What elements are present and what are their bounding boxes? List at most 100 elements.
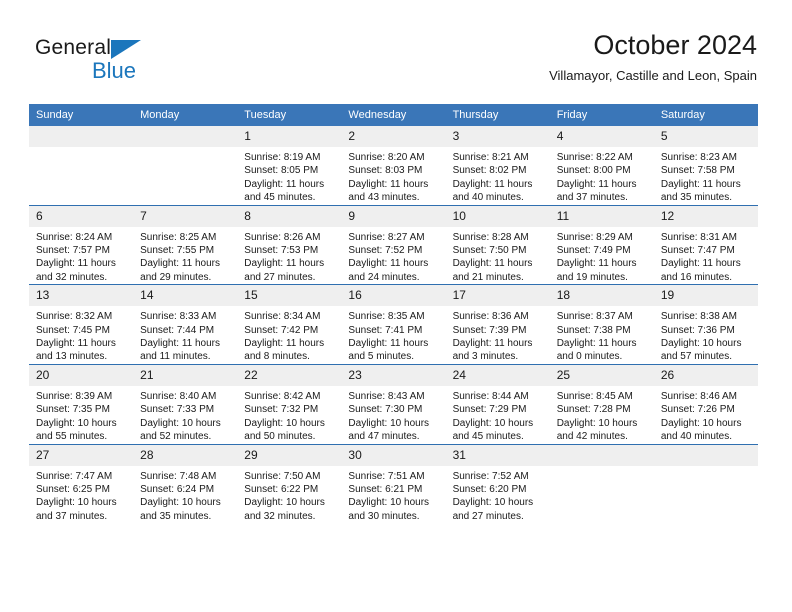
weekday-header-saturday: Saturday	[653, 104, 758, 126]
calendar-day-cell[interactable]: 22 Sunrise: 8:42 AM Sunset: 7:32 PM Dayligh…	[237, 363, 342, 444]
day-number: 24	[445, 364, 550, 386]
calendar-day-cell[interactable]: 5 Sunrise: 8:23 AM Sunset: 7:58 PM Daylight…	[653, 126, 758, 205]
calendar-day-cell[interactable]: 15 Sunrise: 8:34 AM Sunset: 7:42 PM Dayligh…	[237, 284, 342, 365]
daylight-duration-line1: Daylight: 11 hours	[556, 338, 637, 350]
day-number: 16	[341, 285, 446, 307]
calendar-day-cell[interactable]: 16 Sunrise: 8:35 AM Sunset: 7:41 PM Dayligh…	[341, 284, 446, 365]
day-number: 2	[341, 126, 446, 147]
calendar-day-cell[interactable]: 28 Sunrise: 7:48 AM Sunset: 6:24 PM Dayligh…	[133, 443, 238, 524]
sunrise-time: Sunrise: 8:22 AM	[556, 152, 633, 163]
calendar-day-cell[interactable]: 24 Sunrise: 8:44 AM Sunset: 7:29 PM Dayligh…	[445, 363, 550, 444]
day-sun-info: Sunrise: 8:20 AM Sunset: 8:03 PM Daylight:…	[341, 147, 445, 205]
sunrise-time: Sunrise: 8:43 AM	[348, 390, 425, 402]
calendar-day-cell[interactable]: 23 Sunrise: 8:43 AM Sunset: 7:30 PM Dayligh…	[341, 363, 446, 444]
sunset-time: Sunset: 6:20 PM	[452, 483, 527, 495]
sunset-time: Sunset: 7:41 PM	[348, 324, 423, 336]
calendar-page: General Blue October 2024 Villamayor, Ca…	[0, 0, 792, 612]
daylight-duration-line1: Daylight: 11 hours	[244, 338, 325, 350]
daylight-duration-line1: Daylight: 10 hours	[244, 417, 325, 429]
sunset-time: Sunset: 7:44 PM	[140, 324, 215, 336]
sunset-time: Sunset: 8:05 PM	[244, 165, 319, 177]
day-number: 14	[133, 285, 238, 307]
day-number	[549, 444, 654, 466]
daylight-duration-line2: and 13 minutes.	[36, 351, 108, 363]
weekday-header-sunday: Sunday	[29, 104, 134, 126]
day-number: 9	[341, 205, 446, 227]
daylight-duration-line2: and 27 minutes.	[452, 510, 524, 522]
sunset-time: Sunset: 7:26 PM	[660, 404, 735, 416]
daylight-duration-line1: Daylight: 11 hours	[556, 258, 637, 270]
sunset-time: Sunset: 7:28 PM	[556, 404, 631, 416]
day-sun-info: Sunrise: 7:51 AM Sunset: 6:21 PM Daylight:…	[341, 466, 445, 524]
day-sun-info: Sunrise: 8:35 AM Sunset: 7:41 PM Daylight:…	[341, 306, 445, 364]
day-number	[29, 126, 134, 147]
calendar-day-cell[interactable]: 21 Sunrise: 8:40 AM Sunset: 7:33 PM Dayligh…	[133, 363, 238, 444]
day-number: 23	[341, 364, 446, 386]
page-subtitle: Villamayor, Castille and Leon, Spain	[549, 68, 757, 83]
daylight-duration-line2: and 3 minutes.	[452, 351, 519, 363]
calendar-day-cell[interactable]: 13 Sunrise: 8:32 AM Sunset: 7:45 PM Dayligh…	[29, 284, 134, 365]
sunrise-time: Sunrise: 8:35 AM	[348, 311, 425, 323]
calendar-day-cell[interactable]: 6 Sunrise: 8:24 AM Sunset: 7:57 PM Daylight…	[29, 204, 134, 285]
sunset-time: Sunset: 7:39 PM	[452, 324, 527, 336]
sunset-time: Sunset: 6:22 PM	[244, 483, 319, 495]
day-sun-info: Sunrise: 8:21 AM Sunset: 8:02 PM Daylight:…	[446, 147, 550, 205]
day-sun-info: Sunrise: 8:39 AM Sunset: 7:35 PM Daylight:…	[29, 386, 133, 444]
sunset-time: Sunset: 6:21 PM	[348, 483, 423, 495]
calendar-day-cell[interactable]: 27 Sunrise: 7:47 AM Sunset: 6:25 PM Dayligh…	[29, 443, 134, 524]
sunset-time: Sunset: 7:49 PM	[556, 245, 631, 257]
calendar-day-cell-empty	[133, 126, 238, 205]
calendar-day-cell[interactable]: 4 Sunrise: 8:22 AM Sunset: 8:00 PM Daylight…	[549, 126, 654, 205]
weekday-header-thursday: Thursday	[445, 104, 550, 126]
calendar-day-cell[interactable]: 14 Sunrise: 8:33 AM Sunset: 7:44 PM Dayligh…	[133, 284, 238, 365]
sunrise-time: Sunrise: 7:51 AM	[348, 470, 425, 482]
sunrise-time: Sunrise: 8:24 AM	[36, 231, 113, 243]
calendar-day-cell[interactable]: 20 Sunrise: 8:39 AM Sunset: 7:35 PM Dayligh…	[29, 363, 134, 444]
daylight-duration-line1: Daylight: 10 hours	[348, 497, 430, 509]
calendar-day-cell[interactable]: 3 Sunrise: 8:21 AM Sunset: 8:02 PM Daylight…	[445, 126, 550, 205]
day-sun-info: Sunrise: 8:32 AM Sunset: 7:45 PM Daylight:…	[29, 306, 133, 364]
day-number: 18	[549, 285, 654, 307]
calendar-day-cell[interactable]: 9 Sunrise: 8:27 AM Sunset: 7:52 PM Daylight…	[341, 204, 446, 285]
calendar-day-cell[interactable]: 18 Sunrise: 8:37 AM Sunset: 7:38 PM Dayligh…	[549, 284, 654, 365]
logo-text-general: General	[35, 36, 112, 59]
calendar-day-cell[interactable]: 31 Sunrise: 7:52 AM Sunset: 6:20 PM Dayligh…	[445, 443, 550, 524]
sunset-time: Sunset: 7:45 PM	[36, 324, 110, 336]
day-number: 15	[237, 285, 342, 307]
calendar-day-cell[interactable]: 25 Sunrise: 8:45 AM Sunset: 7:28 PM Dayligh…	[549, 363, 654, 444]
day-number: 1	[237, 126, 342, 147]
day-number: 25	[549, 364, 654, 386]
calendar-day-cell[interactable]: 26 Sunrise: 8:46 AM Sunset: 7:26 PM Dayligh…	[653, 363, 758, 444]
sunrise-time: Sunrise: 8:36 AM	[452, 311, 529, 323]
day-sun-info: Sunrise: 8:40 AM Sunset: 7:33 PM Daylight:…	[133, 386, 237, 444]
sunrise-time: Sunrise: 8:26 AM	[244, 231, 321, 243]
calendar-day-cell[interactable]: 30 Sunrise: 7:51 AM Sunset: 6:21 PM Dayligh…	[341, 443, 446, 524]
title-block: October 2024 Villamayor, Castille and Le…	[549, 28, 757, 86]
calendar-day-cell[interactable]: 1 Sunrise: 8:19 AM Sunset: 8:05 PM Daylight…	[237, 126, 342, 205]
day-number: 28	[133, 444, 238, 466]
calendar-day-cell[interactable]: 12 Sunrise: 8:31 AM Sunset: 7:47 PM Dayligh…	[653, 204, 758, 285]
calendar-day-cell[interactable]: 2 Sunrise: 8:20 AM Sunset: 8:03 PM Daylight…	[341, 126, 446, 205]
daylight-duration-line1: Daylight: 11 hours	[244, 178, 325, 190]
day-number: 10	[445, 205, 550, 227]
calendar-day-cell[interactable]: 11 Sunrise: 8:29 AM Sunset: 7:49 PM Dayligh…	[549, 204, 654, 285]
calendar-day-cell[interactable]: 29 Sunrise: 7:50 AM Sunset: 6:22 PM Dayligh…	[237, 443, 342, 524]
sunset-time: Sunset: 7:33 PM	[140, 404, 215, 416]
calendar-day-cell[interactable]: 7 Sunrise: 8:25 AM Sunset: 7:55 PM Daylight…	[133, 204, 238, 285]
sunrise-time: Sunrise: 8:28 AM	[452, 231, 529, 243]
day-sun-info: Sunrise: 8:38 AM Sunset: 7:36 PM Daylight:…	[654, 306, 758, 364]
daylight-duration-line2: and 30 minutes.	[348, 510, 420, 522]
daylight-duration-line1: Daylight: 11 hours	[36, 338, 116, 350]
calendar-week-row: 6 Sunrise: 8:24 AM Sunset: 7:57 PM Daylight…	[29, 204, 758, 285]
calendar-day-cell[interactable]: 8 Sunrise: 8:26 AM Sunset: 7:53 PM Daylight…	[237, 204, 342, 285]
calendar-day-cell[interactable]: 17 Sunrise: 8:36 AM Sunset: 7:39 PM Dayligh…	[445, 284, 550, 365]
sunrise-time: Sunrise: 8:40 AM	[140, 390, 217, 402]
calendar-day-cell[interactable]: 19 Sunrise: 8:38 AM Sunset: 7:36 PM Dayligh…	[653, 284, 758, 365]
sunset-time: Sunset: 7:38 PM	[556, 324, 631, 336]
sunrise-time: Sunrise: 8:46 AM	[660, 390, 737, 402]
daylight-duration-line2: and 29 minutes.	[140, 271, 212, 283]
sunrise-time: Sunrise: 8:27 AM	[348, 231, 425, 243]
sunset-time: Sunset: 6:24 PM	[140, 483, 215, 495]
calendar-day-cell[interactable]: 10 Sunrise: 8:28 AM Sunset: 7:50 PM Dayligh…	[445, 204, 550, 285]
daylight-duration-line1: Daylight: 11 hours	[348, 178, 429, 190]
